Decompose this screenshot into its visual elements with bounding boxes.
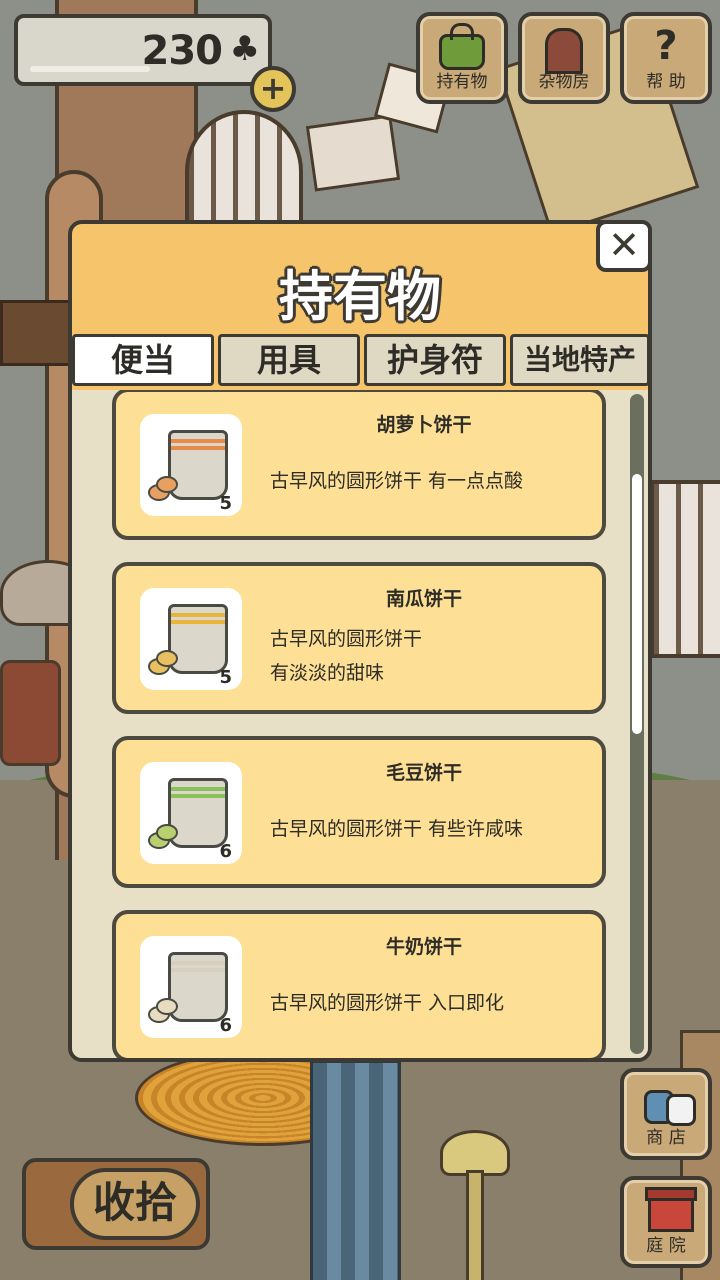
storeroom-label: 杂物房 (538, 72, 590, 92)
item-description: 古早风的圆形饼干 有一点点酸 (270, 470, 524, 492)
item-thumbnail: 6 (140, 762, 242, 864)
inventory-dialog: 持有物 便当 用具 护身符 当地特产 5 胡萝卜饼干 古早风的圆形饼干 有一点点… (68, 220, 652, 1062)
curtain (310, 1060, 401, 1280)
tab-tools[interactable]: 用具 (218, 334, 360, 386)
item-name: 南瓜饼干 (385, 588, 462, 610)
item-quantity: 5 (219, 493, 232, 514)
cookie-bag-icon (168, 952, 228, 1022)
item-list[interactable]: 5 胡萝卜饼干 古早风的圆形饼干 有一点点酸 5 南瓜饼干 古早风的圆形饼干 有… (72, 390, 648, 1058)
storeroom-button[interactable]: 杂物房 (518, 12, 610, 104)
jar (0, 660, 61, 766)
clover-bar (30, 66, 150, 72)
list-item[interactable]: 6 牛奶饼干 古早风的圆形饼干 入口即化 (112, 910, 606, 1058)
yard-button[interactable]: 庭 院 (620, 1176, 712, 1268)
yard-icon (645, 1187, 697, 1232)
item-description: 古早风的圆形饼干 有淡淡的甜味 (270, 622, 422, 690)
question-icon: ? (654, 23, 678, 69)
scrollbar-thumb[interactable] (632, 474, 642, 734)
side-window (650, 480, 720, 658)
item-name: 毛豆饼干 (385, 762, 462, 784)
cookie-bag-icon (168, 430, 228, 500)
item-name: 牛奶饼干 (385, 936, 462, 958)
cookie-bag-icon (168, 604, 228, 674)
tab-bento[interactable]: 便当 (72, 334, 214, 386)
clover-count: 230 (141, 28, 223, 74)
help-label: 帮 助 (646, 72, 686, 92)
list-item[interactable]: 6 毛豆饼干 古早风的圆形饼干 有些许咸味 (112, 736, 606, 888)
add-clover-button[interactable]: + (250, 66, 296, 112)
item-thumbnail: 5 (140, 588, 242, 690)
cookie-icon (156, 650, 178, 667)
inventory-button[interactable]: 持有物 (416, 12, 508, 104)
item-thumbnail: 6 (140, 936, 242, 1038)
tab-charms[interactable]: 护身符 (364, 334, 506, 386)
wall-shelf (0, 300, 76, 366)
cookie-icon (156, 476, 178, 493)
shop-button[interactable]: 商 店 (620, 1068, 712, 1160)
item-quantity: 6 (219, 841, 232, 862)
bag-icon (439, 23, 485, 70)
collect-label: 收拾 (70, 1168, 200, 1240)
item-name: 胡萝卜饼干 (376, 414, 472, 436)
yard-label: 庭 院 (646, 1236, 686, 1256)
lamp-stand (466, 1170, 484, 1280)
collect-button[interactable]: 收拾 (22, 1158, 210, 1250)
scrollbar[interactable] (630, 394, 644, 1054)
category-tabs: 便当 用具 护身符 当地特产 (72, 334, 648, 390)
list-item[interactable]: 5 胡萝卜饼干 古早风的圆形饼干 有一点点酸 (112, 390, 606, 540)
shop-icon (644, 1084, 696, 1126)
list-item[interactable]: 5 南瓜饼干 古早风的圆形饼干 有淡淡的甜味 (112, 562, 606, 714)
item-description: 古早风的圆形饼干 入口即化 (270, 992, 505, 1014)
cookie-icon (156, 824, 178, 841)
shop-label: 商 店 (646, 1128, 686, 1148)
item-quantity: 5 (219, 667, 232, 688)
cookie-icon (156, 998, 178, 1015)
close-button[interactable]: ✕ (596, 220, 652, 272)
item-thumbnail: 5 (140, 414, 242, 516)
inventory-label: 持有物 (436, 72, 488, 92)
item-description-line: 有淡淡的甜味 (270, 662, 385, 684)
help-button[interactable]: ? 帮 助 (620, 12, 712, 104)
item-description: 古早风的圆形饼干 有些许咸味 (270, 818, 524, 840)
item-quantity: 6 (219, 1015, 232, 1036)
dialog-title: 持有物 (279, 265, 441, 328)
item-description-line: 古早风的圆形饼干 (270, 628, 423, 650)
clover-icon: ♣ (229, 29, 260, 69)
clover-counter: 230 ♣ (14, 14, 272, 86)
arched-window (185, 110, 303, 233)
pinned-note (305, 114, 401, 192)
tab-local-specialty[interactable]: 当地特产 (510, 334, 648, 386)
cookie-bag-icon (168, 778, 228, 848)
